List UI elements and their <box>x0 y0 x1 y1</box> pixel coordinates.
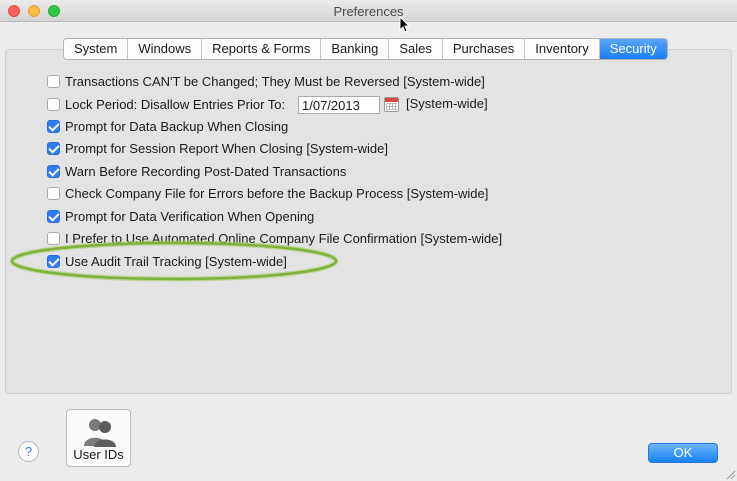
checkbox[interactable] <box>47 231 60 245</box>
lock-period-scope-label: [System-wide] <box>406 96 488 111</box>
checkbox[interactable] <box>47 97 60 111</box>
title-bar: Preferences <box>0 0 737 22</box>
option-prompt-data-backup[interactable]: Prompt for Data Backup When Closing <box>47 117 288 135</box>
tab-system[interactable]: System <box>64 39 129 59</box>
checkbox[interactable] <box>47 141 60 155</box>
option-lock-period[interactable]: Lock Period: Disallow Entries Prior To: <box>47 95 285 113</box>
option-prompt-data-verification[interactable]: Prompt for Data Verification When Openin… <box>47 207 314 225</box>
user-ids-button[interactable]: User IDs <box>66 409 131 467</box>
cursor-arrow-icon <box>399 16 410 33</box>
users-icon <box>84 419 116 447</box>
option-label: Check Company File for Errors before the… <box>65 185 489 201</box>
checkbox[interactable] <box>47 164 60 178</box>
checkbox[interactable] <box>47 254 60 268</box>
option-label: I Prefer to Use Automated Online Company… <box>65 230 503 246</box>
resize-grip-icon[interactable] <box>724 468 736 480</box>
ok-button[interactable]: OK <box>648 443 718 463</box>
tab-inventory[interactable]: Inventory <box>525 39 600 59</box>
option-transactions-cant-be-changed[interactable]: Transactions CAN'T be Changed; They Must… <box>47 72 485 90</box>
option-audit-trail-tracking[interactable]: Use Audit Trail Tracking [System-wide] <box>47 252 287 270</box>
option-label: Use Audit Trail Tracking [System-wide] <box>65 253 287 269</box>
tab-sales[interactable]: Sales <box>389 39 443 59</box>
tab-security[interactable]: Security <box>599 39 667 59</box>
option-label: Transactions CAN'T be Changed; They Must… <box>65 73 485 89</box>
option-check-company-file[interactable]: Check Company File for Errors before the… <box>47 184 488 202</box>
option-prompt-session-report[interactable]: Prompt for Session Report When Closing [… <box>47 139 388 157</box>
tab-banking[interactable]: Banking <box>321 39 390 59</box>
option-label: Prompt for Data Backup When Closing <box>65 118 289 134</box>
user-ids-label: User IDs <box>73 447 124 462</box>
preferences-window: Preferences System Windows Reports & For… <box>0 0 737 481</box>
checkbox[interactable] <box>47 119 60 133</box>
checkbox[interactable] <box>47 74 60 88</box>
checkbox[interactable] <box>47 186 60 200</box>
tab-reports-forms[interactable]: Reports & Forms <box>202 39 322 59</box>
preferences-tabs: System Windows Reports & Forms Banking S… <box>63 38 668 60</box>
option-label: Warn Before Recording Post-Dated Transac… <box>65 163 347 179</box>
option-label: Lock Period: Disallow Entries Prior To: <box>65 96 286 112</box>
option-label: Prompt for Data Verification When Openin… <box>65 208 315 224</box>
lock-period-date-input[interactable] <box>298 96 380 114</box>
help-button[interactable]: ? <box>18 441 39 462</box>
option-automated-online-confirmation[interactable]: I Prefer to Use Automated Online Company… <box>47 229 502 247</box>
option-warn-post-dated[interactable]: Warn Before Recording Post-Dated Transac… <box>47 162 346 180</box>
tab-purchases[interactable]: Purchases <box>442 39 526 59</box>
window-title: Preferences <box>333 4 404 19</box>
calendar-icon[interactable] <box>384 97 399 112</box>
option-label: Prompt for Session Report When Closing [… <box>65 140 388 156</box>
checkbox[interactable] <box>47 209 60 223</box>
tab-windows[interactable]: Windows <box>128 39 203 59</box>
